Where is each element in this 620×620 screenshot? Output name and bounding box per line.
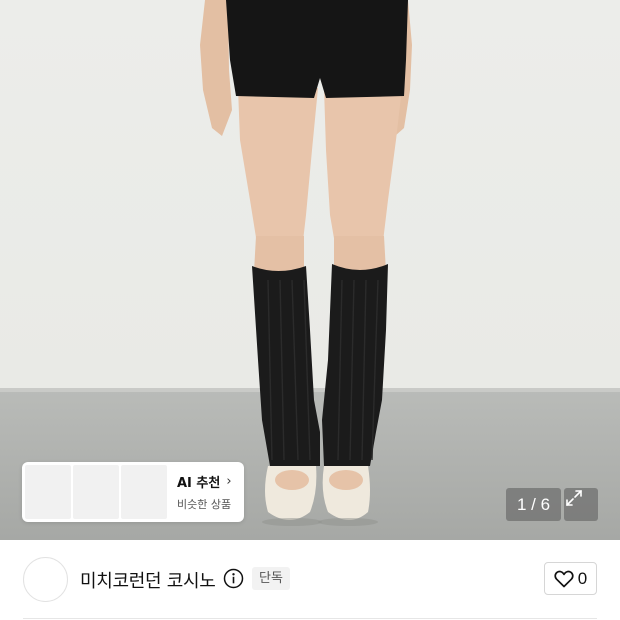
recommend-thumbnail[interactable]	[121, 465, 167, 519]
model-illustration	[0, 0, 620, 526]
like-count: 0	[577, 568, 588, 588]
ai-recommend-title-row: AI 추천 ›	[177, 472, 232, 491]
store-row: 미치코런던 코시노 단독 0	[0, 540, 620, 620]
image-counter: 1 / 6	[506, 488, 561, 521]
chevron-right-icon: ›	[226, 474, 232, 489]
expand-button[interactable]	[564, 488, 598, 521]
like-button[interactable]: 0	[544, 562, 597, 595]
ai-recommend-text: AI 추천 › 비슷한 상품	[177, 472, 232, 512]
recommend-thumbnail[interactable]	[25, 465, 71, 519]
recommend-thumbnail[interactable]	[73, 465, 119, 519]
store-logo[interactable]	[23, 557, 68, 602]
expand-icon	[566, 490, 582, 506]
exclusive-badge: 단독	[252, 567, 290, 590]
ai-recommend-card[interactable]: AI 추천 › 비슷한 상품	[22, 462, 244, 522]
info-icon[interactable]	[223, 568, 244, 589]
product-image[interactable]: AI 추천 › 비슷한 상품 1 / 6	[0, 0, 620, 540]
ai-recommend-title: AI 추천	[177, 476, 221, 491]
ai-recommend-subtitle: 비슷한 상품	[177, 498, 232, 511]
divider	[23, 618, 597, 619]
store-name[interactable]: 미치코런던 코시노	[80, 567, 216, 593]
heart-icon	[554, 570, 574, 587]
